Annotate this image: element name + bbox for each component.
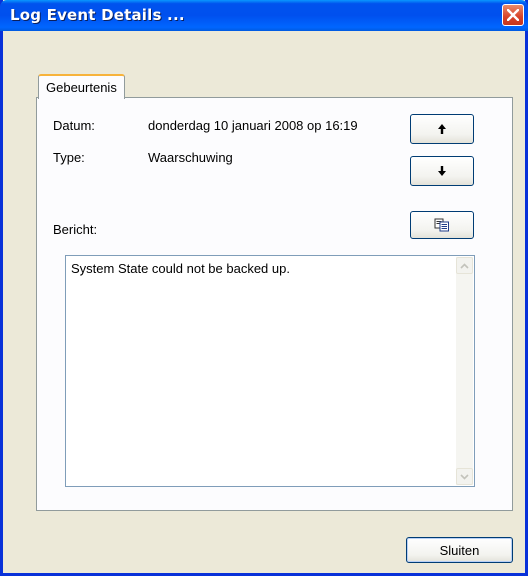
message-textarea[interactable]: System State could not be backed up. — [65, 255, 475, 487]
tab-strip: Gebeurtenis — [38, 74, 125, 99]
type-label: Type: — [53, 150, 85, 165]
scroll-up-button[interactable] — [456, 257, 473, 274]
date-label: Datum: — [53, 118, 95, 133]
date-value: donderdag 10 januari 2008 op 16:19 — [148, 118, 358, 133]
next-event-button[interactable] — [410, 156, 474, 186]
chevron-down-icon — [460, 473, 469, 480]
window-title: Log Event Details ... — [10, 6, 185, 24]
dialog-window: Log Event Details ... Gebeurtenis Datum:… — [0, 0, 528, 576]
previous-event-button[interactable] — [410, 114, 474, 144]
close-window-button[interactable] — [502, 4, 524, 26]
message-text: System State could not be backed up. — [71, 261, 290, 276]
arrow-up-icon — [438, 124, 446, 134]
arrow-down-icon — [438, 166, 446, 176]
copy-button[interactable] — [410, 211, 474, 239]
close-button[interactable]: Sluiten — [406, 537, 513, 563]
message-label: Bericht: — [53, 222, 98, 237]
title-bar[interactable]: Log Event Details ... — [0, 0, 528, 31]
type-value: Waarschuwing — [148, 150, 233, 165]
close-icon — [507, 9, 519, 21]
chevron-up-icon — [460, 262, 469, 269]
copy-icon — [434, 218, 449, 232]
vertical-scrollbar[interactable] — [456, 257, 473, 485]
tab-gebeurtenis[interactable]: Gebeurtenis — [38, 74, 125, 99]
close-button-label: Sluiten — [439, 542, 480, 558]
tab-label: Gebeurtenis — [46, 80, 117, 95]
scroll-down-button[interactable] — [456, 468, 473, 485]
